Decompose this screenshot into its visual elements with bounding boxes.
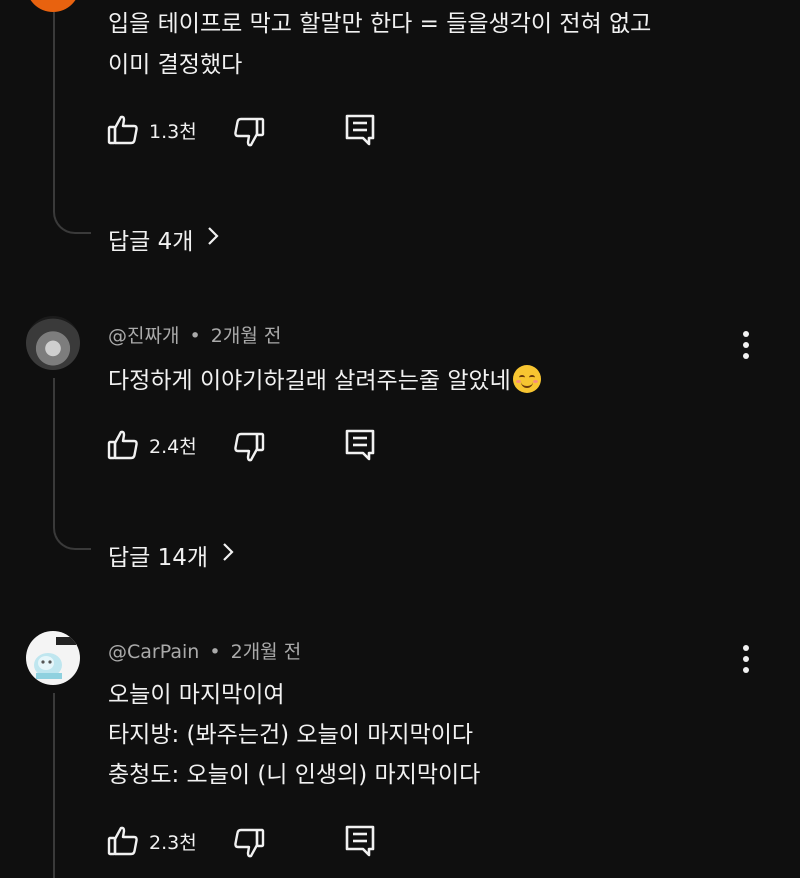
reply-comment-icon	[345, 825, 375, 857]
like-button[interactable]: 2.4천	[107, 429, 197, 461]
comment-text-line: 다정하게 이야기하길래 살려주는줄 알았네	[108, 361, 541, 395]
author-name[interactable]: @CarPain	[108, 641, 199, 663]
thumbs-down-icon	[233, 116, 265, 148]
dislike-button[interactable]	[233, 116, 265, 148]
comment-time: 2개월 전	[230, 641, 302, 663]
comment-text-line: 충청도: 오늘이 (니 인생의) 마지막이다	[108, 762, 481, 788]
replies-label: 답글 4개	[108, 229, 194, 255]
comment-text: 다정하게 이야기하길래 살려주는줄 알았네	[108, 368, 511, 394]
reply-button[interactable]	[345, 825, 375, 857]
avatar[interactable]	[26, 0, 80, 12]
comment-text-line: 입을 테이프로 막고 할말만 한다 = 들을생각이 전혀 없고	[108, 11, 652, 37]
thread-curve	[53, 528, 91, 550]
comment-text-line: 오늘이 마지막이여	[108, 682, 285, 708]
dislike-button[interactable]	[233, 827, 265, 859]
more-vertical-icon	[741, 331, 751, 364]
replies-label: 답글 14개	[108, 545, 209, 571]
thumbs-down-icon	[233, 431, 265, 463]
dislike-button[interactable]	[233, 431, 265, 463]
avatar[interactable]	[26, 631, 80, 685]
comment-text-line: 이미 결정했다	[108, 52, 243, 78]
thumbs-down-icon	[233, 827, 265, 859]
thumbs-up-icon	[107, 429, 139, 461]
author-name[interactable]: @진짜개	[108, 325, 179, 347]
comment-time: 2개월 전	[210, 325, 282, 347]
avatar[interactable]	[26, 316, 80, 370]
view-replies-button[interactable]: 답글 4개	[108, 222, 219, 256]
like-count: 2.4천	[149, 435, 197, 458]
like-button[interactable]: 2.3천	[107, 825, 197, 857]
more-vertical-icon	[741, 645, 751, 678]
thread-line	[53, 693, 55, 878]
comments-page: 입을 테이프로 막고 할말만 한다 = 들을생각이 전혀 없고 이미 결정했다 …	[0, 0, 800, 878]
thumbs-up-icon	[107, 825, 139, 857]
more-options-button[interactable]	[741, 644, 751, 674]
view-replies-button[interactable]: 답글 14개	[108, 538, 234, 572]
like-button[interactable]: 1.3천	[107, 114, 197, 146]
thread-line	[53, 378, 55, 528]
meta-separator: •	[189, 325, 201, 347]
reply-comment-icon	[345, 429, 375, 461]
thread-curve	[53, 212, 91, 234]
comment-meta: @CarPain • 2개월 전	[108, 637, 301, 664]
comment-meta: @진짜개 • 2개월 전	[108, 321, 281, 348]
meta-separator: •	[209, 641, 221, 663]
comment-text-line: 타지방: (봐주는건) 오늘이 마지막이다	[108, 722, 474, 748]
thumbs-up-icon	[107, 114, 139, 146]
like-count: 1.3천	[149, 120, 197, 143]
chevron-right-icon	[208, 542, 234, 568]
more-options-button[interactable]	[741, 330, 751, 360]
like-count: 2.3천	[149, 831, 197, 854]
reply-comment-icon	[345, 114, 375, 146]
thread-line	[53, 12, 55, 212]
reply-button[interactable]	[345, 114, 375, 146]
reply-button[interactable]	[345, 429, 375, 461]
smiling-face-emoji	[512, 365, 541, 393]
chevron-right-icon	[193, 226, 219, 252]
